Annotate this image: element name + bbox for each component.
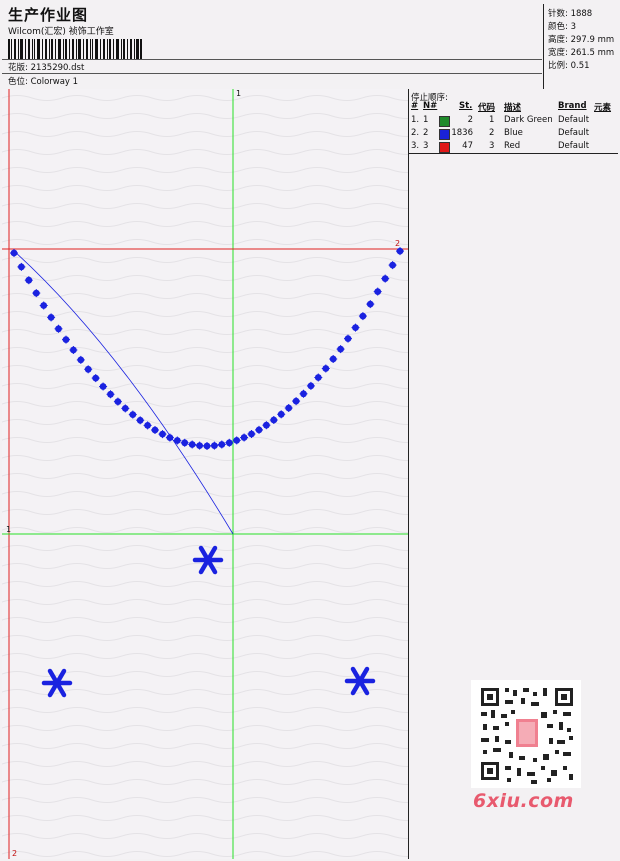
specs-panel: 针数: 1888 颜色: 3 高度: 297.9 mm 宽度: 261.5 mm… — [543, 4, 620, 90]
barcode — [8, 39, 142, 59]
spec-height: 高度: 297.9 mm — [548, 35, 615, 45]
color-swatch — [439, 116, 450, 127]
axis-label-left: 1 — [6, 525, 12, 534]
table-divider — [409, 153, 618, 154]
spec-colors: 颜色: 3 — [548, 22, 576, 32]
design-canvas: 1 2 1 2 — [2, 89, 409, 859]
spec-stitches: 针数: 1888 — [548, 9, 593, 19]
header-divider — [2, 73, 542, 74]
qr-code — [471, 680, 581, 788]
table-row: 2. 2 1836 2 Blue Default — [411, 128, 590, 140]
page-title: 生产作业图 — [8, 6, 89, 24]
watermark-brand: 6xiu.com — [473, 790, 574, 812]
spec-scale: 比例: 0.51 — [548, 61, 590, 71]
table-row: 1. 1 2 1 Dark Green Default — [411, 115, 590, 127]
colorway-label: 色位: Colorway 1 — [8, 77, 79, 87]
spec-width: 宽度: 261.5 mm — [548, 48, 615, 58]
color-swatch — [439, 142, 450, 153]
axis-label-top: 1 — [236, 89, 242, 98]
company-name: Wilcom(汇宏) 祯饰工作室 — [8, 27, 114, 37]
design-drawing — [2, 89, 408, 859]
axis-label-bottom: 2 — [12, 849, 18, 858]
color-swatch — [439, 129, 450, 140]
design-file-label: 花版: 2135290.dst — [8, 63, 85, 73]
header-divider — [2, 59, 542, 60]
header: 生产作业图 Wilcom(汇宏) 祯饰工作室 花版: 2135290.dst 色… — [2, 2, 618, 90]
fabric-texture — [2, 89, 408, 859]
table-header: # N# St. 代码 描述 Brand 元素 — [411, 101, 612, 113]
axis-label-right: 2 — [395, 239, 401, 248]
